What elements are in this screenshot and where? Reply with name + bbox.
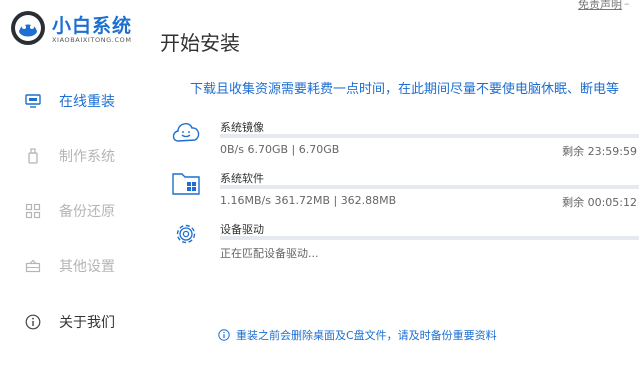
- sidebar-item-label: 制作系统: [59, 149, 115, 165]
- gear-icon: [176, 224, 196, 244]
- logo-icon: [11, 11, 45, 45]
- sidebar-item-about-us[interactable]: 关于我们: [24, 310, 154, 334]
- page-title: 开始安装: [160, 31, 240, 55]
- sidebar-item-label: 其他设置: [59, 259, 115, 275]
- usb-drive-icon: [24, 147, 42, 165]
- task-progress-bar: [220, 134, 639, 138]
- task-remaining: 剩余 23:59:59: [562, 145, 637, 158]
- warning-text: 重装之前会删除桌面及C盘文件，请及时备份重要资料: [236, 329, 497, 342]
- settings-box-icon: [24, 257, 42, 275]
- task-remaining: 剩余 00:05:12: [562, 196, 637, 209]
- sidebar-item-online-reinstall[interactable]: 在线重装: [24, 89, 154, 113]
- sidebar-item-other-settings[interactable]: 其他设置: [24, 254, 154, 278]
- minimize-icon[interactable]: –: [624, 0, 630, 10]
- info-circle-icon: [218, 329, 230, 341]
- monitor-icon: [24, 92, 42, 110]
- sidebar-item-label: 关于我们: [59, 315, 115, 331]
- task-name: 系统软件: [220, 172, 264, 185]
- folder-apps-icon: [172, 173, 200, 195]
- backup-grid-icon: [24, 202, 42, 220]
- sidebar-item-label: 在线重装: [59, 94, 115, 110]
- task-detail: 0B/s 6.70GB | 6.70GB: [220, 143, 340, 156]
- sidebar-item-backup-restore[interactable]: 备份还原: [24, 199, 154, 223]
- disclaimer-link[interactable]: 免责声明: [578, 0, 622, 12]
- task-detail: 1.16MB/s 361.72MB | 362.88MB: [220, 194, 397, 207]
- task-progress-bar: [220, 185, 639, 189]
- task-name: 设备驱动: [220, 223, 264, 236]
- sidebar-item-make-system[interactable]: 制作系统: [24, 144, 154, 168]
- sidebar-item-label: 备份还原: [59, 204, 115, 220]
- info-circle-icon: [24, 313, 42, 331]
- warning-message: 重装之前会删除桌面及C盘文件，请及时备份重要资料: [218, 327, 497, 343]
- brand-name: 小白系统: [52, 15, 133, 37]
- brand-subtitle: XIAOBAIXITONG.COM: [52, 36, 132, 44]
- notice-text: 下载且收集资源需要耗费一点时间，在此期间尽量不要使电脑休眠、断电等: [190, 82, 620, 97]
- task-detail: 正在匹配设备驱动...: [220, 247, 319, 260]
- task-name: 系统镜像: [220, 121, 264, 134]
- task-progress-bar: [220, 236, 639, 240]
- cloud-face-icon: [172, 123, 200, 142]
